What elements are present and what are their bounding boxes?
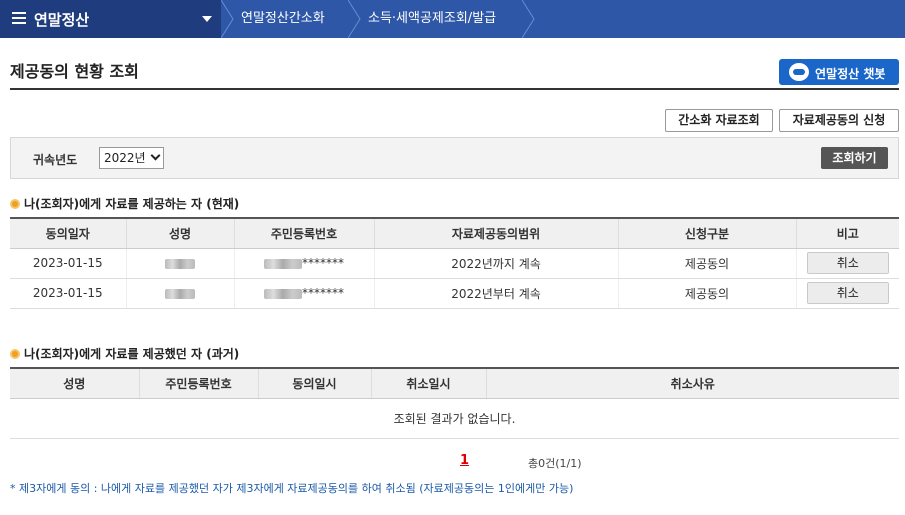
column-header: 동의일자: [10, 217, 127, 249]
bullet-icon: [10, 349, 20, 359]
rrn-cell: *******: [234, 248, 375, 279]
top-navigation-bar: 연말정산 연말정산간소화 소득·세액공제조회/발급: [0, 0, 905, 38]
pagination-page-1[interactable]: 1: [460, 453, 469, 468]
chatbot-button[interactable]: 연말정산 챗봇: [779, 59, 899, 85]
chevron-down-icon: [150, 150, 161, 161]
year-label: 귀속년도: [33, 153, 78, 167]
masked-name: [165, 288, 195, 299]
consent-apply-button[interactable]: 자료제공동의 신청: [779, 109, 899, 132]
column-header: 취소사유: [486, 367, 899, 399]
table-row: 조회된 결과가 없습니다.: [10, 398, 899, 439]
column-header: 주민등록번호: [139, 367, 259, 399]
scope-cell: 2022년까지 계속: [374, 248, 619, 279]
masked-rrn: [264, 258, 302, 269]
column-header: 신청구분: [618, 217, 797, 249]
column-header: 비고: [796, 217, 899, 249]
request-type-cell: 제공동의: [618, 278, 797, 309]
column-header: 주민등록번호: [234, 217, 375, 249]
chevron-down-icon[interactable]: [202, 16, 212, 22]
request-type-cell: 제공동의: [618, 248, 797, 279]
current-section-heading: 나(조회자)에게 자료를 제공하는 자 (현재): [10, 195, 239, 212]
consent-date-cell: 2023-01-15: [10, 248, 127, 279]
column-header: 취소일시: [371, 367, 487, 399]
page-title: 제공동의 현황 조회: [10, 62, 139, 81]
breadcrumb-separator-icon: [348, 0, 361, 38]
cancel-button[interactable]: 취소: [806, 252, 889, 274]
search-panel: 귀속년도 2022년 조회하기: [10, 137, 899, 179]
masked-rrn: [264, 288, 302, 299]
past-providers-table: 성명 주민등록번호 동의일시 취소일시 취소사유 조회된 결과가 없습니다.: [10, 367, 899, 439]
title-divider: [10, 88, 899, 90]
rrn-suffix: *******: [302, 286, 344, 300]
breadcrumb-item-simplified[interactable]: 연말정산간소화: [241, 0, 325, 38]
remarks-cell: 취소: [796, 278, 899, 309]
cancel-button[interactable]: 취소: [806, 282, 889, 304]
scope-cell: 2022년부터 계속: [374, 278, 619, 309]
current-section-title: 나(조회자)에게 자료를 제공하는 자 (현재): [24, 197, 240, 211]
year-select-value: 2022년: [104, 151, 146, 165]
past-section-heading: 나(조회자)에게 자료를 제공했던 자 (과거): [10, 345, 239, 362]
table-header-row: 성명 주민등록번호 동의일시 취소일시 취소사유: [10, 367, 899, 399]
column-header: 성명: [10, 367, 140, 399]
table-header-row: 동의일자 성명 주민등록번호 자료제공동의범위 신청구분 비고: [10, 217, 899, 249]
simplified-query-button[interactable]: 간소화 자료조회: [665, 109, 773, 132]
remarks-cell: 취소: [796, 248, 899, 279]
breadcrumb-separator-icon: [522, 0, 535, 38]
table-row: 2023-01-15 ******* 2022년까지 계속 제공동의 취소: [10, 248, 899, 279]
breadcrumb-separator-icon: [221, 0, 234, 38]
pagination-total: 총0건(1/1): [528, 457, 582, 470]
footnote: * 제3자에게 동의 : 나에게 자료를 제공했던 자가 제3자에게 자료제공동…: [10, 482, 574, 495]
nav-home-menu[interactable]: 연말정산: [0, 0, 221, 38]
bullet-icon: [10, 199, 20, 209]
search-button[interactable]: 조회하기: [821, 147, 888, 169]
nav-home-label[interactable]: 연말정산: [34, 9, 89, 30]
breadcrumb-item-deduction-query[interactable]: 소득·세액공제조회/발급: [368, 0, 496, 38]
consent-date-cell: 2023-01-15: [10, 278, 127, 309]
hamburger-menu-icon[interactable]: [12, 12, 26, 25]
current-providers-table: 동의일자 성명 주민등록번호 자료제공동의범위 신청구분 비고 2023-01-…: [10, 217, 899, 309]
table-row: 2023-01-15 ******* 2022년부터 계속 제공동의 취소: [10, 278, 899, 309]
chatbot-icon: [789, 63, 809, 81]
empty-message: 조회된 결과가 없습니다.: [10, 398, 899, 439]
past-section-title: 나(조회자)에게 자료를 제공했던 자 (과거): [24, 347, 240, 361]
column-header: 동의일시: [258, 367, 372, 399]
masked-name: [165, 258, 195, 269]
column-header: 성명: [126, 217, 235, 249]
name-cell: [126, 248, 235, 279]
rrn-cell: *******: [234, 278, 375, 309]
rrn-suffix: *******: [302, 256, 344, 270]
column-header: 자료제공동의범위: [374, 217, 619, 249]
name-cell: [126, 278, 235, 309]
year-select[interactable]: 2022년: [99, 147, 164, 169]
chatbot-button-label: 연말정산 챗봇: [815, 67, 886, 81]
